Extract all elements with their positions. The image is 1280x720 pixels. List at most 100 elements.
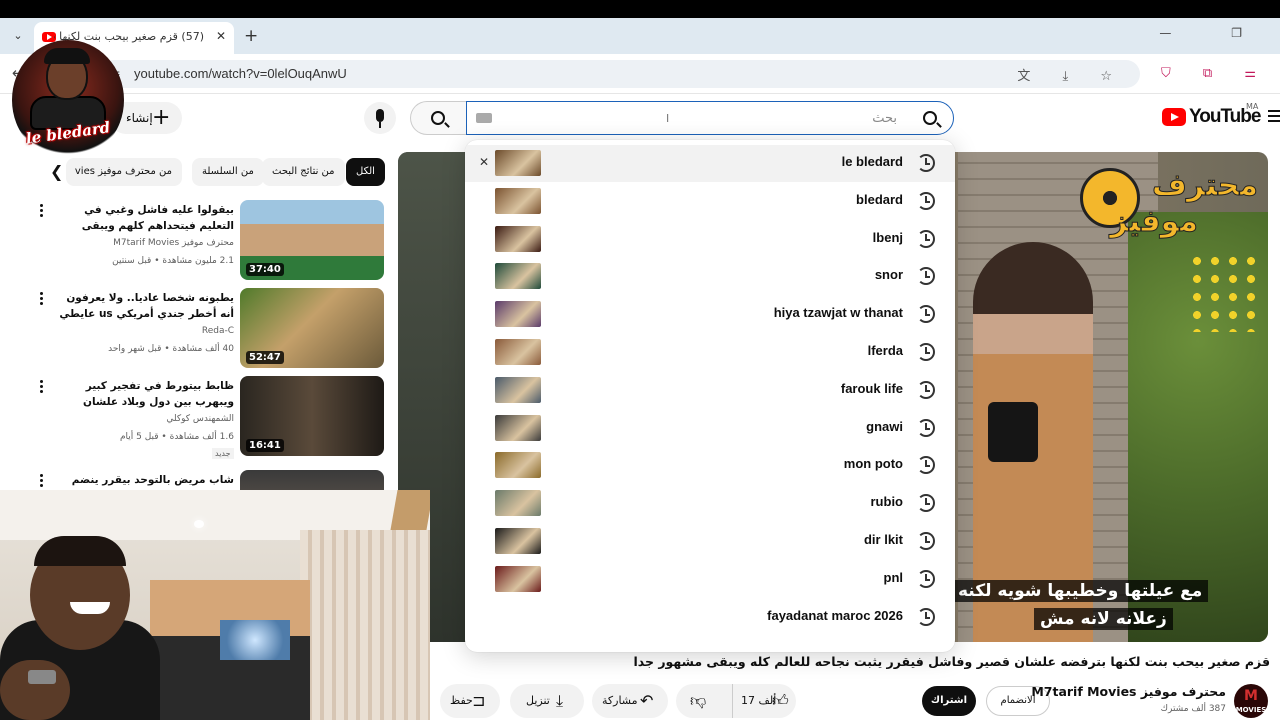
search-suggestion-item[interactable]: lbenj [465, 221, 955, 258]
omnibox[interactable]: ⇋ youtube.com/watch?v=0lelOuqAnwU 文 ⤓ ☆ [100, 60, 1140, 88]
youtube-logo[interactable]: YouTube MA [1162, 102, 1262, 130]
suggestion-text: mon poto [843, 456, 903, 472]
avatar-letter: M [1244, 688, 1258, 704]
url-text[interactable]: youtube.com/watch?v=0lelOuqAnwU [134, 66, 347, 81]
channel-watermark-logo: محترف موفيز [1076, 162, 1262, 244]
share-label: مشاركة [602, 694, 638, 707]
suggestion-thumbnail [495, 263, 541, 290]
search-suggestion-item[interactable]: fayadanat maroc 2026 [465, 599, 955, 636]
suggestion-thumbnail [495, 301, 541, 328]
search-input[interactable] [466, 101, 954, 135]
chip-from-series[interactable]: من السلسلة [192, 158, 264, 186]
like-count[interactable]: 17 ألف [732, 684, 776, 718]
history-icon [917, 305, 935, 324]
watermark-line-1: محترف [1152, 168, 1259, 204]
bookmark-icon: ⊐ [472, 691, 486, 710]
extensions-icon-group[interactable]: ⛉ ⧉ ⚌ [1161, 66, 1270, 81]
suggestion-thumbnail [495, 339, 541, 365]
channel-avatar[interactable]: M MOVIES [1234, 684, 1268, 718]
save-label: حفظ [450, 694, 473, 707]
search-suggestion-item[interactable]: bledard [465, 183, 955, 220]
history-icon [917, 154, 935, 172]
search-suggestion-item[interactable]: rubio [465, 485, 955, 522]
related-video-channel[interactable]: Reda-C [56, 326, 234, 336]
duration-badge: 16:41 [246, 439, 284, 452]
search-icon [431, 111, 445, 125]
more-options-icon[interactable] [40, 292, 44, 306]
suggestion-thumbnail [495, 528, 541, 554]
related-video-thumbnail[interactable]: 52:47 [240, 288, 384, 368]
text-cursor: I [666, 112, 670, 125]
subscribe-button[interactable]: اشتراك [922, 686, 976, 716]
keyboard-icon[interactable] [476, 113, 492, 123]
more-options-icon[interactable] [40, 204, 44, 218]
webcam-overlay [0, 490, 430, 720]
new-tab-button[interactable]: + [244, 26, 258, 46]
duration-badge: 37:40 [246, 263, 284, 276]
search-suggestion-item[interactable]: ✕ le bledard [465, 145, 955, 182]
more-options-icon[interactable] [40, 474, 44, 488]
search-suggestion-item[interactable]: lferda [465, 334, 955, 371]
search-button[interactable] [410, 101, 466, 135]
suggestion-text: gnawi [866, 418, 903, 434]
black-letterbox-top [0, 0, 1280, 18]
related-video-item[interactable]: بيقولوا عليه فاشل وغبي في التعليم فيتحدا… [0, 200, 392, 284]
youtube-play-icon [1162, 108, 1186, 126]
related-video-title[interactable]: بيقولوا عليه فاشل وغبي في التعليم فيتحدا… [56, 202, 234, 234]
related-video-item[interactable]: ظابط بيتورط في تفجير كبير ويبهرب بين دول… [0, 376, 392, 460]
related-video-thumbnail[interactable]: 37:40 [240, 200, 384, 280]
dislike-icon[interactable]: 👎︎ [690, 684, 706, 718]
download-icon: ⤓ [556, 691, 564, 710]
history-icon [917, 607, 935, 626]
webcam-person-hand [0, 660, 70, 720]
related-video-channel[interactable]: الشمهندس كوكلي [56, 414, 234, 424]
remove-suggestion-icon[interactable]: ✕ [479, 155, 489, 169]
chip-from-search[interactable]: من نتائج البحث [262, 158, 345, 186]
hamburger-menu-icon[interactable] [1268, 110, 1280, 122]
download-button[interactable]: تنزيل ⤓ [510, 684, 584, 718]
history-icon [917, 494, 935, 513]
search-suggestion-item[interactable]: farouk life [465, 372, 955, 409]
suggestion-thumbnail [495, 452, 541, 479]
save-button[interactable]: حفظ ⊐ [440, 684, 500, 718]
channel-subscriber-count: 387 ألف مشترك [1160, 704, 1226, 714]
history-icon [917, 343, 935, 361]
download-label: تنزيل [526, 694, 550, 707]
share-button[interactable]: مشاركة ↶ [592, 684, 668, 718]
like-icon[interactable]: 👍︎ [772, 684, 789, 718]
suggestion-thumbnail [495, 150, 541, 176]
search-suggestion-item[interactable]: mon poto [465, 447, 955, 484]
omnibox-action-icons[interactable]: 文 ⤓ ☆ [1017, 65, 1126, 84]
search-suggestion-item[interactable]: hiya tzawjat w thanat [465, 296, 955, 333]
history-icon [917, 456, 935, 475]
search-suggestion-item[interactable]: gnawi [465, 410, 955, 447]
scene-flowers [1188, 252, 1258, 332]
tab-search-icon[interactable]: ⌄ [8, 26, 28, 46]
new-badge: جديد [212, 448, 234, 459]
more-options-icon[interactable] [40, 380, 44, 394]
channel-name[interactable]: محترف موفيز M7tarif Movies [1031, 684, 1226, 699]
chip-all[interactable]: الكل [346, 158, 385, 186]
related-video-thumbnail[interactable]: 16:41 [240, 376, 384, 456]
search-suggestion-item[interactable]: pnl [465, 561, 955, 598]
video-actions-row: حفظ ⊐ تنزيل ⤓ مشاركة ↶ 👎︎ 17 ألف 👍︎ اشتر… [440, 684, 1280, 720]
related-video-title[interactable]: ظابط بيتورط في تفجير كبير ويبهرب بين دول… [56, 378, 234, 410]
chevron-left-icon[interactable]: ❮ [50, 162, 63, 181]
search-input-icon [923, 111, 937, 125]
search-suggestion-item[interactable]: dir lkit [465, 523, 955, 560]
related-video-item[interactable]: يطبونه شخصا عاديا.. ولا يعرفون أنه أخطر … [0, 288, 392, 372]
extension-icons[interactable]: ⛉ ⧉ ⚌ [1161, 66, 1270, 81]
subtitle-line-2: زعلانه لانه مش [1034, 608, 1173, 630]
subtitle-line-1: مع عيلتها وخطيبها شويه لكنه [952, 580, 1209, 602]
tab-close-icon[interactable]: ✕ [216, 29, 226, 43]
search-suggestion-item[interactable]: snor [465, 258, 955, 295]
voice-search-mic-icon[interactable] [364, 102, 396, 134]
share-icon: ↶ [640, 691, 654, 710]
suggestion-thumbnail [495, 565, 541, 592]
suggestion-text: rubio [870, 494, 904, 510]
chip-from-channel[interactable]: من محترف موفيز vies [66, 158, 182, 186]
window-controls[interactable]: — ❐ [1159, 26, 1270, 40]
webcam-person-smile [70, 602, 110, 614]
related-video-channel[interactable]: محترف موفيز M7tarif Movies [56, 238, 234, 248]
related-video-title[interactable]: يطبونه شخصا عاديا.. ولا يعرفون أنه أخطر … [56, 290, 234, 322]
